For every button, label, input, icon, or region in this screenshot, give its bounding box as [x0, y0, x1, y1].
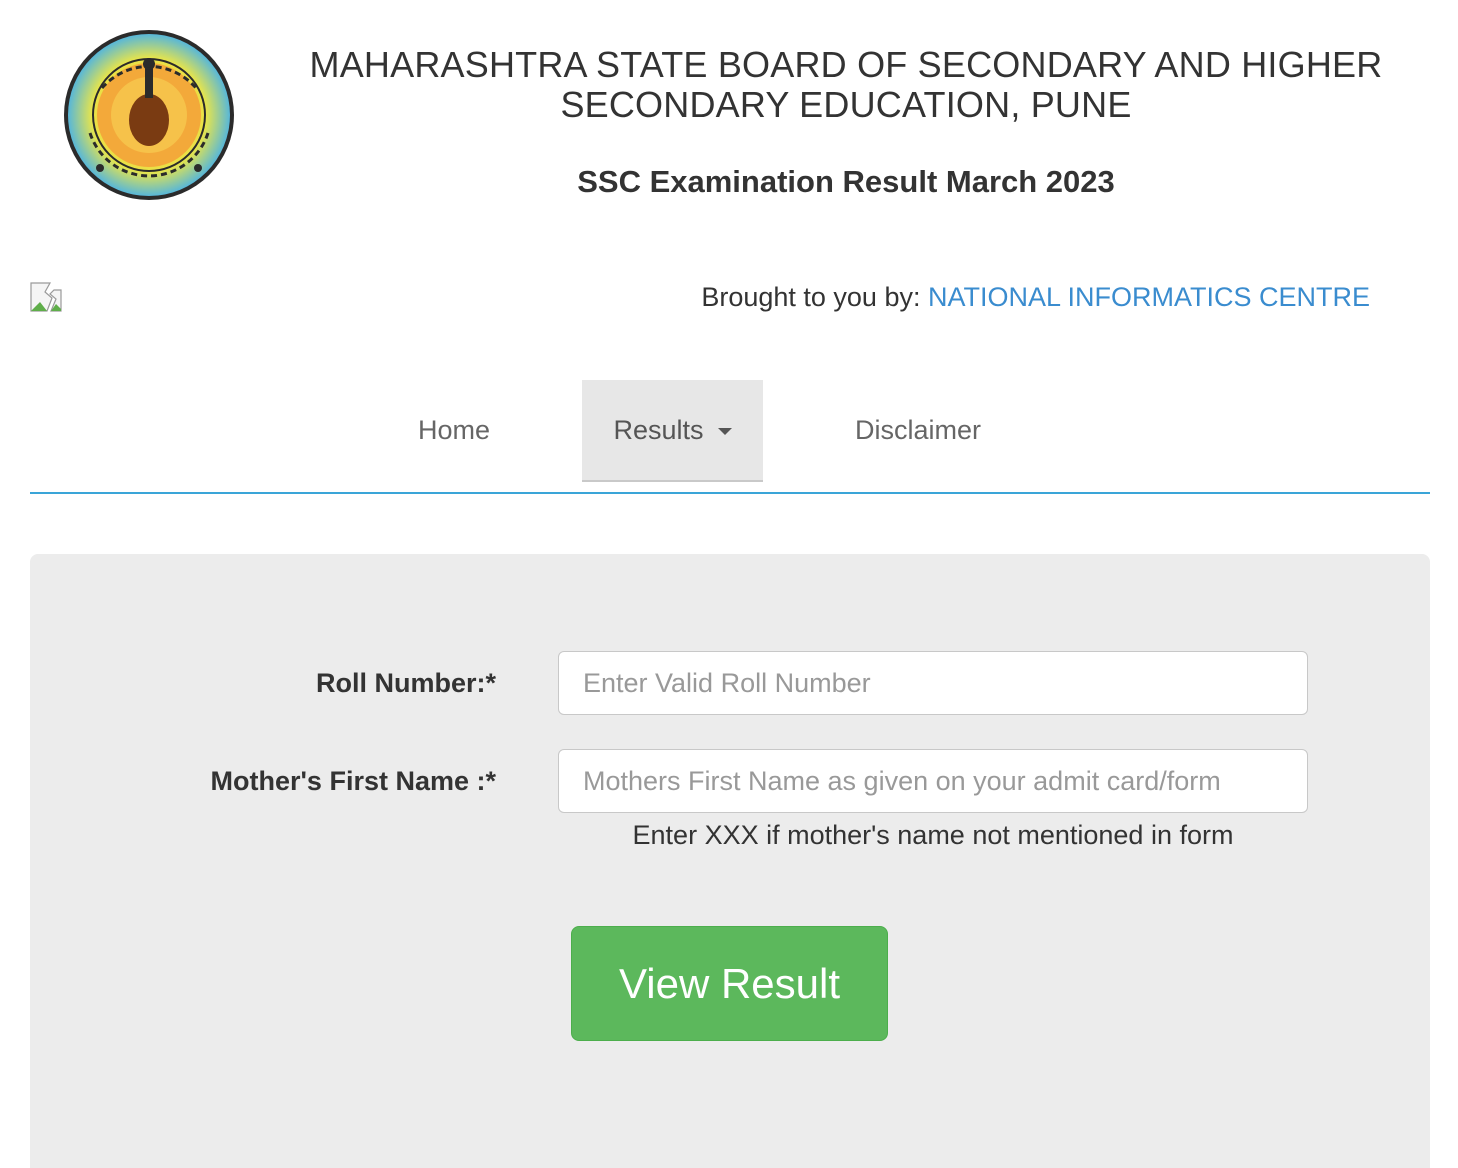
view-result-button[interactable]: View Result — [571, 926, 888, 1041]
caret-down-icon — [717, 427, 732, 435]
credit-prefix: Brought to you by: — [701, 282, 928, 312]
page: MAHARASHTRA STATE BOARD OF SECONDARY AND… — [0, 0, 1458, 1168]
broken-image-icon — [30, 282, 62, 312]
credit-line: Brought to you by: NATIONAL INFORMATICS … — [620, 282, 1370, 313]
exam-title: SSC Examination Result March 2023 — [577, 164, 1115, 199]
main-nav: Home Results Disclaimer — [30, 380, 1430, 494]
nav-results-label: Results — [613, 414, 704, 445]
board-title-line1: MAHARASHTRA STATE BOARD OF SECONDARY AND… — [309, 44, 1383, 85]
msbshse-seal-icon — [64, 30, 234, 200]
nav-disclaimer[interactable]: Disclaimer — [830, 380, 1006, 480]
nav-disclaimer-label: Disclaimer — [854, 414, 981, 445]
nav-home-label: Home — [417, 414, 491, 445]
mother-name-label: Mother's First Name :* — [210, 766, 496, 796]
board-title-line2: SECONDARY EDUCATION, PUNE — [560, 84, 1132, 125]
board-title: MAHARASHTRA STATE BOARD OF SECONDARY AND… — [240, 45, 1452, 125]
nav-results-dropdown[interactable]: Results — [582, 380, 763, 482]
roll-number-input[interactable] — [558, 651, 1308, 715]
result-form-panel: Roll Number:* Mother's First Name :* Ent… — [30, 554, 1430, 1168]
mother-name-hint: Enter XXX if mother's name not mentioned… — [632, 820, 1234, 850]
mother-name-input[interactable] — [558, 749, 1308, 813]
roll-number-label: Roll Number:* — [315, 668, 496, 698]
nic-link[interactable]: NATIONAL INFORMATICS CENTRE — [928, 282, 1370, 312]
nav-home[interactable]: Home — [390, 380, 518, 480]
